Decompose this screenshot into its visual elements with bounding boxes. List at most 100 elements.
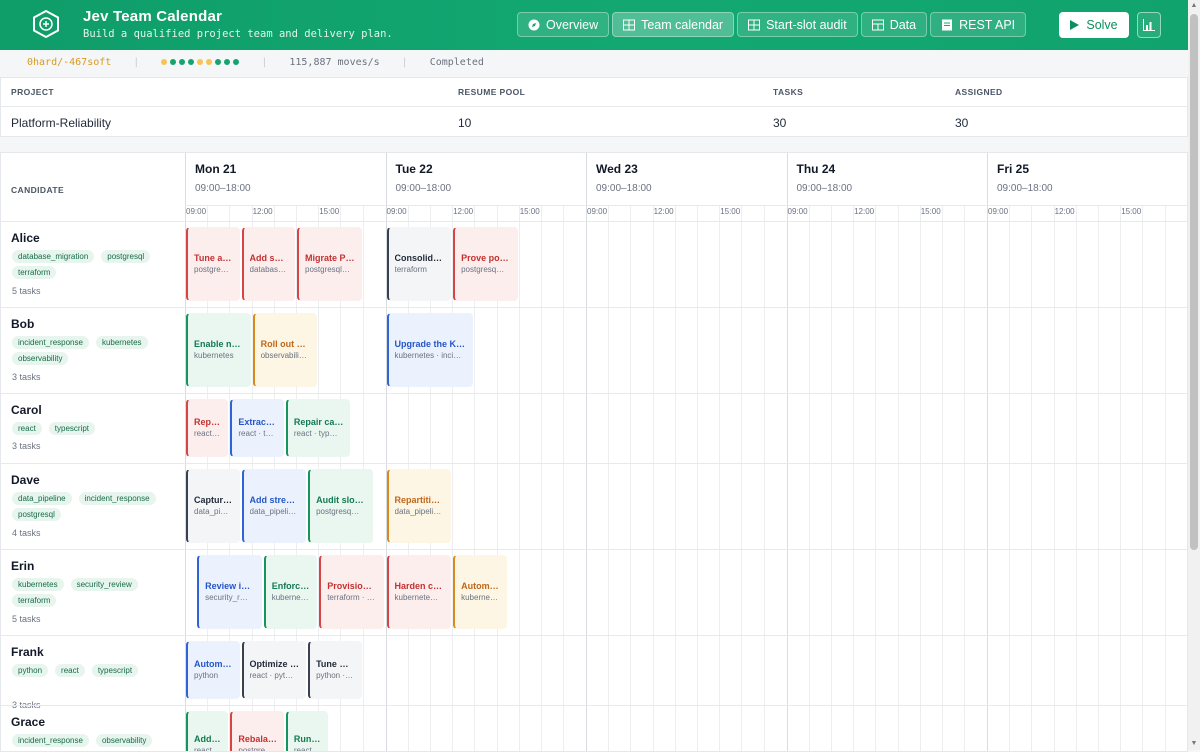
- candidate-name: Erin: [11, 559, 35, 573]
- task-title: Migrate P…: [305, 253, 355, 263]
- task-card[interactable]: Tune a… postgre…: [186, 227, 240, 301]
- skill-badge: incident_response: [12, 336, 89, 349]
- analysis-button[interactable]: [1137, 12, 1161, 38]
- task-card[interactable]: Add strea… data_pipeli…: [241, 469, 307, 543]
- task-card[interactable]: Captur… data_pi…: [186, 469, 240, 543]
- task-title: Extract…: [238, 417, 277, 427]
- nav-rest-api-label: REST API: [959, 17, 1016, 32]
- task-card[interactable]: Review in… security_r…: [197, 555, 262, 629]
- task-skills: react · t…: [238, 429, 274, 438]
- status-bar: 0hard/-467soft | | 115,887 moves/s | Com…: [0, 50, 1188, 74]
- team-calendar: CANDIDATE Mon 21 09:00–18:00 09:00 12:00 15:…: [0, 152, 1188, 752]
- task-card[interactable]: Harden cl… kubernete…: [386, 555, 452, 629]
- assigned-header: ASSIGNED: [955, 87, 1003, 97]
- task-skills: postgresq…: [316, 507, 360, 516]
- tasks-header: TASKS: [773, 87, 804, 97]
- skill-list: incident_response observability: [12, 734, 182, 747]
- task-title: Provision …: [327, 581, 377, 591]
- task-card[interactable]: Tune Cl… python ·…: [308, 641, 362, 699]
- play-icon: [1070, 20, 1080, 30]
- time-tick-label: 15:00: [319, 207, 340, 216]
- skill-list: incident_response kubernetes observability: [12, 336, 182, 365]
- candidate-cell: Bob incident_response kubernetes observabil…: [1, 307, 185, 393]
- scroll-up-icon[interactable]: ▲: [1190, 2, 1198, 10]
- day-name: Wed 23: [596, 162, 638, 176]
- task-card[interactable]: Add sc… databas…: [241, 227, 295, 301]
- task-title: Enable no…: [194, 339, 244, 349]
- hour-gridline: [1031, 205, 1033, 751]
- task-title: Enforc…: [271, 581, 310, 591]
- task-card[interactable]: Repartiti… data_pipeli…: [386, 469, 452, 543]
- compass-icon: [528, 19, 540, 30]
- hour-gridline: [897, 205, 899, 751]
- hour-gridline: [1098, 205, 1099, 751]
- nav-bar: Overview Team calendar Start-slot audit …: [517, 12, 1027, 37]
- task-count: 4 tasks: [12, 528, 41, 538]
- task-title: Repair cal…: [293, 417, 344, 427]
- time-tick-label: 12:00: [653, 207, 674, 216]
- task-skills: react…: [194, 746, 220, 752]
- candidate-name: Frank: [11, 645, 44, 659]
- scroll-down-icon[interactable]: ▼: [1190, 740, 1198, 748]
- task-skills: react …: [194, 429, 222, 438]
- nav-data-button[interactable]: Data: [860, 12, 928, 37]
- nav-start-slot-audit-button[interactable]: Start-slot audit: [737, 12, 858, 37]
- task-card[interactable]: Prove poi… postgresq…: [453, 227, 518, 301]
- task-card[interactable]: Audit slo… postgresq…: [308, 469, 373, 543]
- task-card[interactable]: Consolida… terraform: [386, 227, 452, 301]
- hour-gridline: [674, 205, 676, 751]
- task-card[interactable]: Migrate P… postgresql…: [297, 227, 362, 301]
- day-name: Tue 22: [395, 162, 433, 176]
- task-card[interactable]: Repa… react …: [186, 399, 229, 457]
- hour-gridline: [563, 205, 565, 751]
- skill-list: data_pipeline incident_response postgresql: [12, 492, 182, 521]
- task-skills: react…: [293, 746, 320, 752]
- task-title: Audit slo…: [316, 495, 364, 505]
- status-separator: |: [261, 56, 268, 68]
- skill-badge: terraform: [12, 266, 57, 279]
- progress-dots: [161, 59, 240, 65]
- task-skills: data_pipeli…: [394, 507, 442, 516]
- task-card[interactable]: Optimize … react · pyt…: [241, 641, 307, 699]
- hour-gridline: [1053, 205, 1055, 751]
- task-skills: postgre…: [194, 265, 229, 274]
- candidate-cell: Erin kubernetes security_review terraform 5 …: [1, 549, 185, 635]
- progress-dot: [170, 59, 177, 65]
- scroll-thumb[interactable]: [1190, 14, 1198, 550]
- day-hours: 09:00–18:00: [596, 183, 652, 194]
- task-skills: data_pi…: [194, 507, 229, 516]
- task-card[interactable]: Roll out cl… observabili…: [252, 313, 318, 387]
- task-card[interactable]: Provision … terraform · …: [319, 555, 384, 629]
- task-card[interactable]: Enable no… kubernetes: [186, 313, 251, 387]
- task-card[interactable]: Autom… kuberne…: [453, 555, 507, 629]
- nav-overview-button[interactable]: Overview: [517, 12, 610, 37]
- assigned-value: 30: [955, 116, 969, 130]
- candidate-column-header: CANDIDATE: [11, 185, 65, 195]
- solve-button[interactable]: Solve: [1059, 12, 1129, 38]
- day-hours: 09:00–18:00: [997, 183, 1053, 194]
- hour-gridline: [518, 205, 520, 751]
- task-title: Roll out cl…: [260, 339, 311, 349]
- task-card[interactable]: Repair cal… react · typ…: [285, 399, 351, 457]
- task-card[interactable]: Enforc… kuberne…: [263, 555, 318, 629]
- skill-badge: kubernetes: [95, 336, 148, 349]
- task-skills: kuberne…: [271, 593, 309, 602]
- task-title: Harden cl…: [394, 581, 445, 591]
- task-skills: terraform · …: [327, 593, 375, 602]
- skill-badge: security_review: [70, 578, 138, 591]
- task-card[interactable]: Extract… react · t…: [230, 399, 284, 457]
- task-card[interactable]: Add … react…: [186, 711, 229, 752]
- nav-team-calendar-button[interactable]: Team calendar: [612, 12, 735, 37]
- progress-dot: [224, 59, 231, 65]
- task-title: Tune a…: [194, 253, 232, 263]
- nav-rest-api-button[interactable]: REST API: [930, 12, 1027, 37]
- task-card[interactable]: Autom… python: [186, 641, 240, 699]
- candidate-name: Bob: [11, 317, 35, 331]
- task-card[interactable]: Rebala… postgre…: [230, 711, 284, 751]
- skill-badge: postgresql: [101, 250, 151, 263]
- page-scrollbar[interactable]: ▲ ▼: [1188, 0, 1200, 750]
- task-title: Tune Cl…: [316, 659, 355, 669]
- task-card[interactable]: Run … react…: [285, 711, 329, 752]
- task-skills: terraform: [394, 265, 427, 274]
- task-card[interactable]: Upgrade the K… kubernetes · inci…: [386, 313, 474, 387]
